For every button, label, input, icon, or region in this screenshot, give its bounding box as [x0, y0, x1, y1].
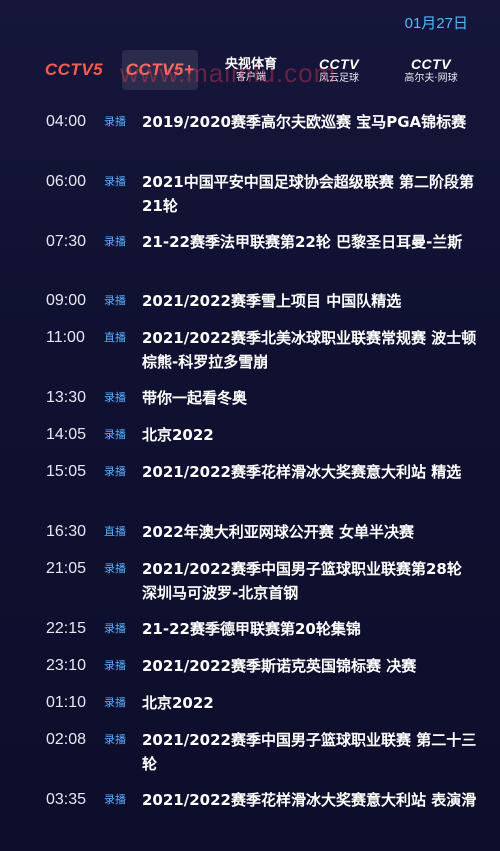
program-row[interactable]: 01:10 录播 北京2022	[0, 691, 500, 715]
broadcast-type-badge: 录播	[104, 465, 126, 478]
program-title: 2021/2022赛季中国男子篮球职业联赛第28轮 深圳马可波罗-北京首钢	[142, 560, 462, 602]
program-row[interactable]: 22:15 录播 21-22赛季德甲联赛第20轮集锦	[0, 617, 500, 641]
channel-tabs: CCTV5 CCTV5+ 央视体育 客户端 CCTV 风云足球 CCTV 高尔夫…	[0, 50, 500, 90]
tab-cctv5[interactable]: CCTV5	[40, 50, 108, 90]
program-title: 2021/2022赛季雪上项目 中国队精选	[142, 292, 402, 310]
header: 01月27日 CCTV5 CCTV5+ 央视体育 客户端 CCTV 风云足球 C…	[0, 0, 500, 100]
program-title: 2021/2022赛季花样滑冰大奖赛意大利站 精选	[142, 463, 462, 481]
program-title: 2022年澳大利亚网球公开赛 女单半决赛	[142, 523, 414, 541]
program-time: 15:05	[46, 463, 87, 480]
program-time: 06:00	[46, 173, 87, 190]
broadcast-type-badge: 录播	[104, 235, 126, 248]
date-label: 01月27日	[404, 15, 468, 32]
broadcast-type-badge: 录播	[104, 733, 126, 746]
program-title: 2021中国平安中国足球协会超级联赛 第二阶段第21轮	[142, 173, 474, 215]
program-title: 带你一起看冬奥	[142, 389, 248, 407]
program-time: 16:30	[46, 523, 87, 540]
program-time: 07:30	[46, 233, 87, 250]
program-time: 14:05	[46, 426, 87, 443]
cctv5-plus-logo: CCTV5+	[125, 60, 195, 79]
golf-tennis-label: 高尔夫·网球	[404, 73, 458, 84]
program-time: 02:08	[46, 731, 87, 748]
program-title: 2021/2022赛季北美冰球职业联赛常规赛 波士顿棕熊-科罗拉多雪崩	[142, 329, 477, 371]
program-title: 北京2022	[142, 694, 214, 712]
program-title: 21-22赛季法甲联赛第22轮 巴黎圣日耳曼-兰斯	[142, 233, 463, 251]
broadcast-type-badge: 录播	[104, 622, 126, 635]
cctv-sports-logo: 央视体育	[224, 56, 277, 72]
broadcast-type-badge: 直播	[104, 331, 126, 344]
program-row[interactable]: 03:35 录播 2021/2022赛季花样滑冰大奖赛意大利站 表演滑	[0, 788, 500, 812]
broadcast-type-badge: 录播	[104, 562, 126, 575]
broadcast-type-badge: 录播	[104, 175, 126, 188]
program-time: 03:35	[46, 791, 87, 808]
tab-fengyun-football[interactable]: CCTV 风云足球	[306, 50, 372, 90]
broadcast-type-badge: 录播	[104, 428, 126, 441]
broadcast-type-badge: 录播	[104, 391, 126, 404]
broadcast-type-badge: 录播	[104, 696, 126, 709]
cctv-logo: CCTV	[410, 56, 452, 72]
program-time: 01:10	[46, 694, 87, 711]
program-row[interactable]: 13:30 录播 带你一起看冬奥	[0, 386, 500, 410]
program-title: 2021/2022赛季斯诺克英国锦标赛 决赛	[142, 657, 417, 675]
program-row[interactable]: 06:00 录播 2021中国平安中国足球协会超级联赛 第二阶段第21轮	[0, 170, 500, 218]
broadcast-type-badge: 直播	[104, 525, 126, 538]
program-time: 22:15	[46, 620, 87, 637]
program-title: 2021/2022赛季花样滑冰大奖赛意大利站 表演滑	[142, 791, 477, 809]
program-row[interactable]: 15:05 录播 2021/2022赛季花样滑冰大奖赛意大利站 精选	[0, 460, 500, 484]
cctv5-logo: CCTV5	[44, 60, 104, 79]
tab-cctv-sports-app[interactable]: 央视体育 客户端	[218, 50, 284, 90]
program-row[interactable]: 02:08 录播 2021/2022赛季中国男子篮球职业联赛 第二十三轮	[0, 728, 500, 776]
program-time: 09:00	[46, 292, 87, 309]
cctv-logo: CCTV	[318, 56, 360, 72]
program-title: 北京2022	[142, 426, 214, 444]
program-title: 2019/2020赛季高尔夫欧巡赛 宝马PGA锦标赛	[142, 113, 467, 131]
broadcast-type-badge: 录播	[104, 115, 126, 128]
program-row[interactable]: 14:05 录播 北京2022	[0, 423, 500, 447]
program-time: 13:30	[46, 389, 87, 406]
broadcast-type-badge: 录播	[104, 793, 126, 806]
program-time: 11:00	[46, 329, 85, 346]
broadcast-type-badge: 录播	[104, 659, 126, 672]
program-time: 23:10	[46, 657, 87, 674]
cctv-sports-sub: 客户端	[236, 71, 266, 83]
program-row[interactable]: 04:00 录播 2019/2020赛季高尔夫欧巡赛 宝马PGA锦标赛	[0, 110, 500, 134]
fengyun-football-label: 风云足球	[319, 73, 359, 84]
tab-golf-tennis[interactable]: CCTV 高尔夫·网球	[396, 50, 466, 90]
program-row[interactable]: 11:00 直播 2021/2022赛季北美冰球职业联赛常规赛 波士顿棕熊-科罗拉多…	[0, 326, 500, 374]
program-time: 21:05	[46, 560, 87, 577]
program-time: 04:00	[46, 113, 87, 130]
broadcast-type-badge: 录播	[104, 294, 126, 307]
program-title: 21-22赛季德甲联赛第20轮集锦	[142, 620, 361, 638]
tab-cctv5-plus[interactable]: CCTV5+	[122, 50, 198, 90]
program-row[interactable]: 16:30 直播 2022年澳大利亚网球公开赛 女单半决赛	[0, 520, 500, 544]
program-row[interactable]: 21:05 录播 2021/2022赛季中国男子篮球职业联赛第28轮 深圳马可波罗-…	[0, 557, 500, 605]
program-row[interactable]: 07:30 录播 21-22赛季法甲联赛第22轮 巴黎圣日耳曼-兰斯	[0, 230, 500, 254]
program-row[interactable]: 09:00 录播 2021/2022赛季雪上项目 中国队精选	[0, 289, 500, 313]
program-title: 2021/2022赛季中国男子篮球职业联赛 第二十三轮	[142, 731, 477, 773]
program-row[interactable]: 23:10 录播 2021/2022赛季斯诺克英国锦标赛 决赛	[0, 654, 500, 678]
